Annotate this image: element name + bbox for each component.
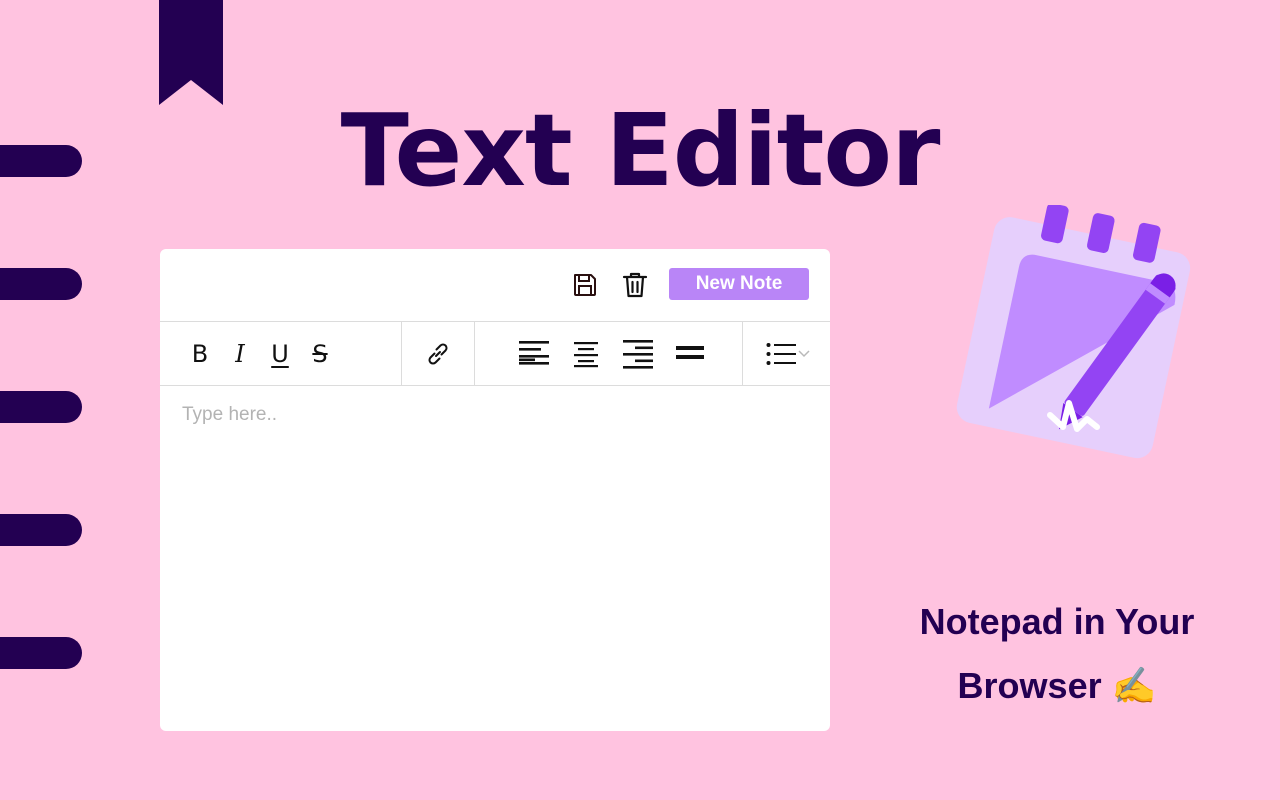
underline-button[interactable]: U: [260, 334, 300, 374]
italic-button[interactable]: I: [220, 334, 260, 374]
binder-tab: [0, 637, 82, 669]
binder-tab: [0, 514, 82, 546]
align-right-icon: [623, 340, 653, 369]
formatting-toolbar: B I U S: [160, 322, 830, 386]
align-center-icon: [574, 342, 598, 368]
floppy-disk-icon: [574, 274, 596, 296]
tagline-line-2: Browser ✍️: [957, 665, 1157, 706]
align-justify-button[interactable]: [670, 334, 710, 374]
bulleted-list-icon: [766, 343, 796, 365]
note-text-area[interactable]: [182, 404, 802, 704]
align-justify-icon: [676, 346, 704, 359]
bulleted-list-button[interactable]: [760, 334, 816, 374]
save-button[interactable]: [565, 265, 605, 305]
bold-label: B: [191, 340, 209, 368]
trash-icon: [622, 272, 648, 298]
bookmark-icon: [159, 0, 223, 105]
editor-body: [160, 386, 830, 731]
toolbar-divider: [742, 322, 743, 385]
binder-tab: [0, 268, 82, 300]
page-title: Text Editor: [340, 92, 941, 209]
link-icon: [428, 343, 448, 365]
notepad-pencil-icon: [956, 205, 1191, 459]
editor-header: New Note: [160, 249, 830, 322]
align-left-icon: [519, 341, 549, 365]
underline-label: U: [271, 340, 289, 368]
page-background: Text Editor New Note B I U S Type here..…: [0, 0, 1280, 800]
strikethrough-label: S: [312, 340, 328, 368]
bold-button[interactable]: B: [180, 334, 220, 374]
italic-label: I: [235, 340, 245, 368]
binder-tab: [0, 391, 82, 423]
chevron-down-icon: [798, 350, 810, 358]
toolbar-divider: [401, 322, 402, 385]
align-center-button[interactable]: [566, 334, 606, 374]
toolbar-divider: [474, 322, 475, 385]
link-button[interactable]: [418, 334, 458, 374]
editor-panel: New Note B I U S: [160, 249, 830, 731]
strikethrough-button[interactable]: S: [300, 334, 340, 374]
align-right-button[interactable]: [618, 334, 658, 374]
tagline: Notepad in Your Browser ✍️: [897, 590, 1217, 718]
align-left-button[interactable]: [514, 334, 554, 374]
delete-button[interactable]: [615, 265, 655, 305]
new-note-button[interactable]: New Note: [669, 268, 809, 300]
tagline-line-1: Notepad in Your: [919, 601, 1195, 642]
